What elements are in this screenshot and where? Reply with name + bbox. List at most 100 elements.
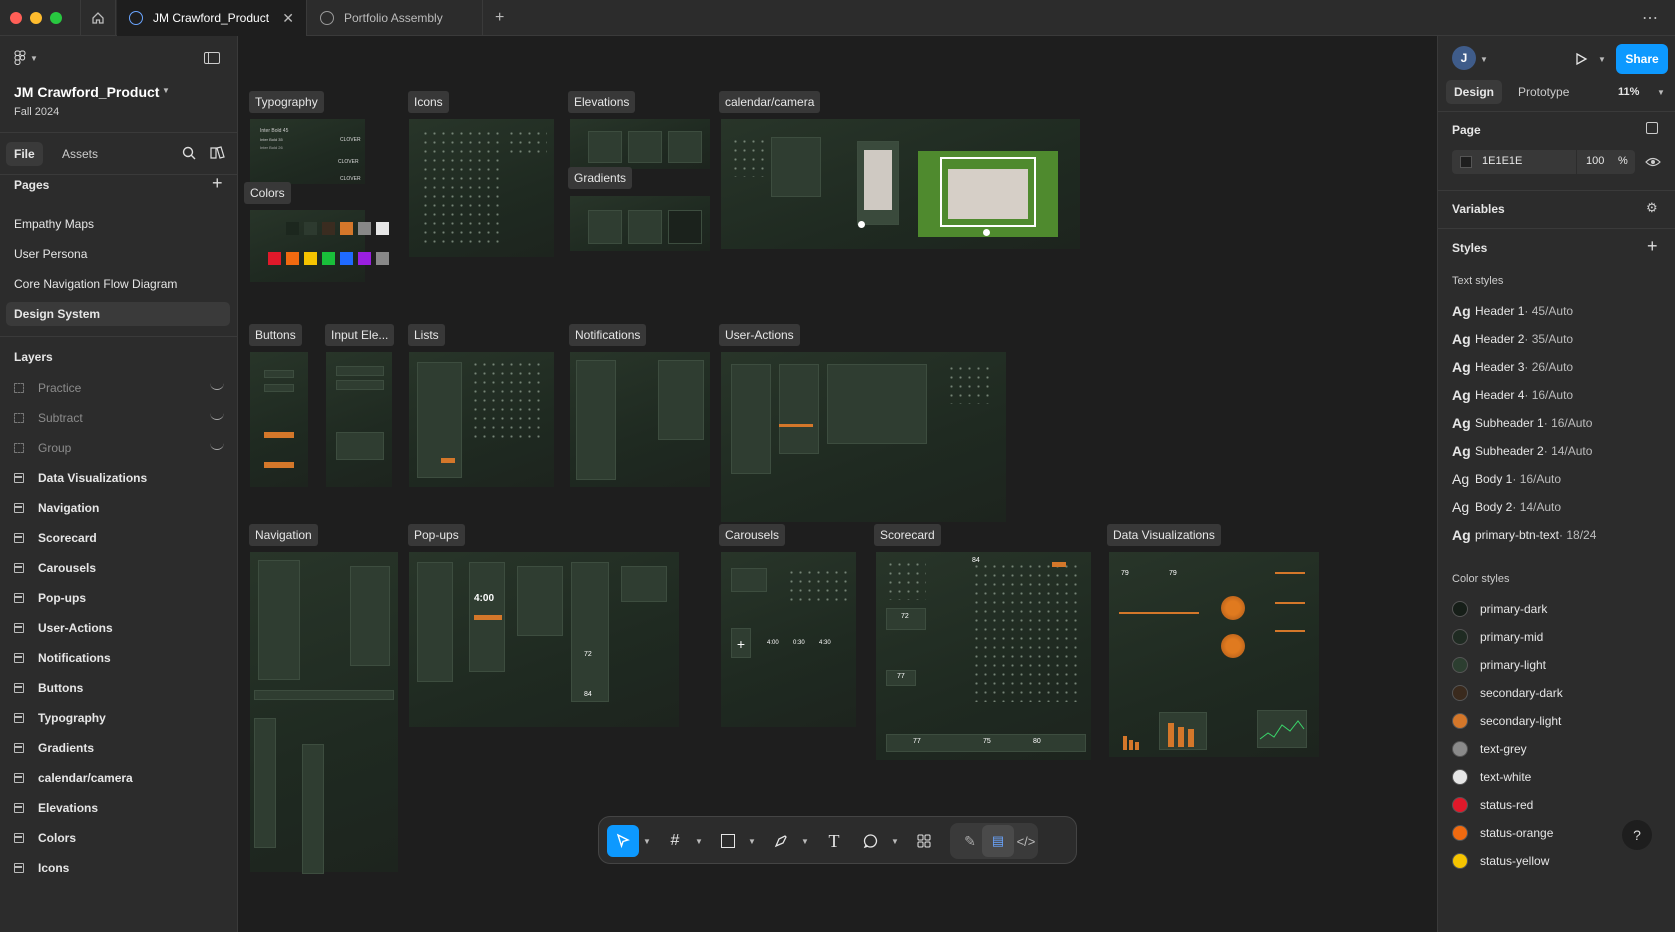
layer-item[interactable]: User-Actions [14, 617, 232, 639]
layer-item[interactable]: Scorecard [14, 527, 232, 549]
text-style-item[interactable]: Ag Header 2 · 35/Auto [1452, 327, 1573, 351]
toggle-sidebar-icon[interactable] [204, 52, 220, 64]
close-tab-icon[interactable]: ✕ [282, 10, 294, 27]
frame-label-data-visualizations[interactable]: Data Visualizations [1107, 524, 1221, 546]
frame-data-visualizations[interactable]: 79 79 [1109, 552, 1319, 757]
layer-item[interactable]: Gradients [14, 737, 232, 759]
frame-label-pop-ups[interactable]: Pop-ups [408, 524, 465, 546]
page-opacity-value[interactable]: 100 [1586, 155, 1604, 167]
close-window-button[interactable] [10, 12, 22, 24]
tab-file[interactable]: File [6, 142, 43, 166]
page-settings-icon[interactable] [1646, 122, 1658, 134]
page-item[interactable]: Empathy Maps [6, 212, 230, 236]
help-button[interactable]: ? [1622, 820, 1652, 850]
chevron-down-icon[interactable]: ▼ [748, 837, 756, 846]
play-icon[interactable] [1574, 52, 1588, 66]
frame-lists[interactable] [409, 352, 554, 487]
color-swatch[interactable] [1460, 156, 1472, 168]
maximize-window-button[interactable] [50, 12, 62, 24]
zoom-level[interactable]: 11% [1618, 86, 1639, 98]
hidden-eye-icon[interactable] [210, 382, 224, 390]
tab-design[interactable]: Design [1446, 80, 1503, 104]
color-style-item[interactable]: status-orange [1452, 821, 1553, 845]
frame-label-colors[interactable]: Colors [244, 182, 291, 204]
frame-label-icons[interactable]: Icons [408, 91, 449, 113]
text-style-item[interactable]: Ag Header 4 · 16/Auto [1452, 383, 1573, 407]
layer-item[interactable]: Data Visualizations [14, 467, 232, 489]
frame-label-scorecard[interactable]: Scorecard [874, 524, 941, 546]
frame-icons[interactable] [409, 119, 554, 257]
hidden-eye-icon[interactable] [210, 442, 224, 450]
color-style-item[interactable]: secondary-dark [1452, 681, 1563, 705]
frame-navigation[interactable] [250, 552, 398, 874]
layer-item[interactable]: calendar/camera [14, 767, 232, 789]
frame-label-elevations[interactable]: Elevations [568, 91, 636, 113]
variables-header[interactable]: Variables [1452, 202, 1505, 216]
chevron-down-icon[interactable]: ▼ [801, 837, 809, 846]
frame-label-input-elements[interactable]: Input Ele... [325, 324, 395, 346]
frame-typography[interactable]: Inter Bold 45 Inter Bold 35 Inter Bold 2… [250, 119, 365, 184]
layer-item[interactable]: Colors [14, 827, 232, 849]
text-style-item[interactable]: Ag Header 3 · 26/Auto [1452, 355, 1573, 379]
text-style-item[interactable]: Ag Body 2 · 14/Auto [1452, 495, 1561, 519]
dev-mode-button[interactable]: </> [1010, 825, 1042, 857]
color-style-item[interactable]: text-grey [1452, 737, 1527, 761]
library-icon[interactable] [210, 146, 226, 160]
color-style-item[interactable]: secondary-light [1452, 709, 1561, 733]
page-item[interactable]: User Persona [6, 242, 230, 266]
layer-item[interactable]: Practice [14, 377, 232, 399]
color-style-item[interactable]: text-white [1452, 765, 1531, 789]
variables-icon[interactable]: ⚙ [1646, 200, 1658, 216]
avatar[interactable]: J [1452, 46, 1476, 70]
tab-assets[interactable]: Assets [54, 142, 106, 166]
design-canvas[interactable]: Typography Inter Bold 45 Inter Bold 35 I… [238, 36, 1437, 932]
tab-portfolio-assembly[interactable]: Portfolio Assembly [308, 0, 483, 36]
page-item[interactable]: Core Navigation Flow Diagram [6, 272, 230, 296]
chevron-down-icon[interactable]: ▼ [1598, 55, 1606, 64]
pen-tool-button[interactable] [765, 825, 797, 857]
layer-item[interactable]: Carousels [14, 557, 232, 579]
tab-jm-crawford-product[interactable]: JM Crawford_Product ✕ [117, 0, 307, 36]
frame-label-carousels[interactable]: Carousels [719, 524, 786, 546]
frame-elevations[interactable] [570, 119, 710, 169]
frame-input-elements[interactable] [326, 352, 392, 487]
frame-buttons[interactable] [250, 352, 308, 487]
main-menu-button[interactable]: ▼ [14, 50, 38, 66]
tab-prototype[interactable]: Prototype [1510, 80, 1577, 104]
frame-notifications[interactable] [570, 352, 710, 487]
more-options-icon[interactable]: ⋯ [1642, 0, 1662, 36]
frame-calendar-camera[interactable] [721, 119, 1080, 249]
frame-scorecard[interactable]: 72 77 84 77 75 80 [876, 552, 1091, 760]
layer-item[interactable]: Navigation [14, 497, 232, 519]
text-style-item[interactable]: Ag Header 1 · 45/Auto [1452, 299, 1573, 323]
hidden-eye-icon[interactable] [210, 412, 224, 420]
layer-item[interactable]: Group [14, 437, 232, 459]
minimize-window-button[interactable] [30, 12, 42, 24]
frame-carousels[interactable]: + 4:00 0:30 4:30 [721, 552, 856, 727]
shape-tool-button[interactable] [712, 825, 744, 857]
new-tab-button[interactable]: + [495, 0, 515, 36]
page-color-value[interactable]: 1E1E1E [1482, 155, 1522, 167]
color-style-item[interactable]: primary-dark [1452, 597, 1547, 621]
frame-gradients[interactable] [570, 196, 710, 251]
search-icon[interactable] [182, 146, 196, 160]
move-tool-button[interactable] [607, 825, 639, 857]
frame-label-gradients[interactable]: Gradients [568, 167, 633, 189]
frame-label-lists[interactable]: Lists [408, 324, 445, 346]
layer-item[interactable]: Subtract [14, 407, 232, 429]
chevron-down-icon[interactable]: ▼ [1480, 55, 1488, 64]
frame-label-navigation[interactable]: Navigation [249, 524, 318, 546]
share-button[interactable]: Share [1616, 44, 1668, 74]
chevron-down-icon[interactable]: ▼ [643, 837, 651, 846]
add-page-icon[interactable]: + [212, 173, 223, 194]
text-style-item[interactable]: Ag Subheader 2 · 14/Auto [1452, 439, 1592, 463]
chevron-down-icon[interactable]: ▼ [1657, 88, 1665, 97]
layer-item[interactable]: Elevations [14, 797, 232, 819]
add-style-icon[interactable]: + [1647, 236, 1658, 257]
text-style-item[interactable]: Ag primary-btn-text · 18/24 [1452, 523, 1596, 547]
color-style-item[interactable]: status-red [1452, 793, 1533, 817]
chevron-down-icon[interactable]: ▼ [695, 837, 703, 846]
file-name[interactable]: JM Crawford_Product [14, 84, 159, 100]
layer-item[interactable]: Icons [14, 857, 232, 879]
frame-label-user-actions[interactable]: User-Actions [719, 324, 800, 346]
